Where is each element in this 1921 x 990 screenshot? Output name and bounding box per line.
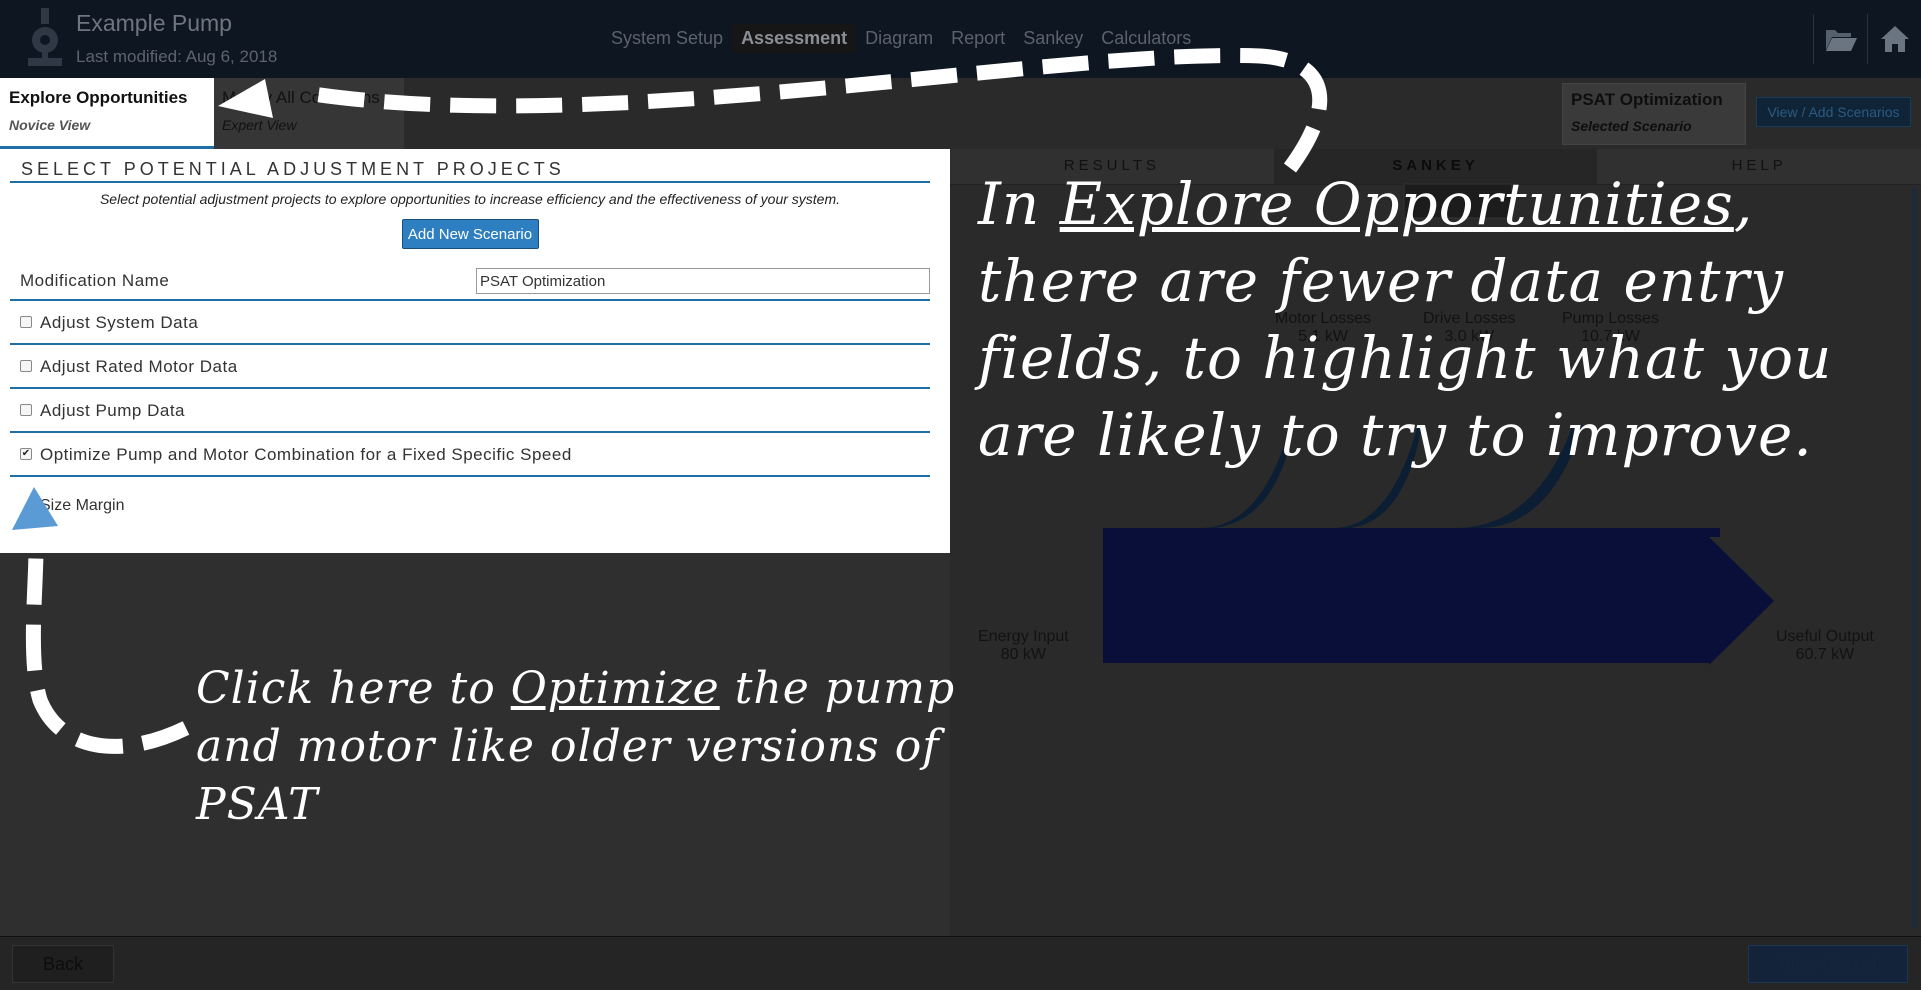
modification-name-row: Modification Name xyxy=(10,261,930,301)
option-adjust-rated-motor-data[interactable]: Adjust Rated Motor Data xyxy=(10,345,930,389)
nav-calculators[interactable]: Calculators xyxy=(1092,24,1200,53)
bottom-bar: Back View Report xyxy=(0,936,1921,990)
tab-modify-all-conditions[interactable]: Modify All Conditions Expert View xyxy=(214,78,404,149)
annotation-optimize: Click here to Optimize the pump and moto… xyxy=(196,663,956,830)
main-nav: System Setup Assessment Diagram Report S… xyxy=(602,24,1200,53)
home-icon[interactable] xyxy=(1867,14,1921,64)
tab-explore-subtitle: Novice View xyxy=(9,117,91,133)
view-add-scenarios-button[interactable]: View / Add Scenarios xyxy=(1756,97,1911,127)
checkbox[interactable] xyxy=(20,316,32,328)
panel-title: SELECT POTENTIAL ADJUSTMENT PROJECTS xyxy=(10,159,930,183)
checkbox[interactable] xyxy=(20,404,32,416)
assessment-title: Example Pump xyxy=(76,10,232,36)
annotation-explore-opportunities: In Explore Opportunities, there are fewe… xyxy=(978,170,1833,469)
arrow-to-optimize-option xyxy=(25,547,190,754)
useful-output-label: Useful Output 60.7 kW xyxy=(1776,628,1874,663)
option-adjust-pump-data[interactable]: Adjust Pump Data xyxy=(10,389,930,433)
selected-scenario-box[interactable]: PSAT Optimization Selected Scenario xyxy=(1562,83,1746,145)
checkbox[interactable] xyxy=(20,360,32,372)
folder-open-icon[interactable] xyxy=(1813,14,1867,64)
nav-report[interactable]: Report xyxy=(942,24,1014,53)
option-optimize-pump-motor[interactable]: ✔ Optimize Pump and Motor Combination fo… xyxy=(10,433,930,477)
option-label: Adjust Rated Motor Data xyxy=(40,357,238,376)
tab-modify-title: Modify All Conditions xyxy=(222,88,380,107)
app-root: Example Pump Last modified: Aug 6, 2018 … xyxy=(0,0,1921,990)
top-header: Example Pump Last modified: Aug 6, 2018 … xyxy=(0,0,1921,78)
modification-name-label: Modification Name xyxy=(20,271,170,290)
scenario-name: PSAT Optimization xyxy=(1571,90,1723,109)
energy-input-label: Energy Input 80 kW xyxy=(978,628,1069,663)
add-new-scenario-button[interactable]: Add New Scenario xyxy=(401,219,539,249)
pump-logo-icon xyxy=(22,8,68,70)
checkbox-checked[interactable]: ✔ xyxy=(20,448,32,460)
results-scrollbar[interactable] xyxy=(1912,188,1917,928)
modification-name-input[interactable] xyxy=(476,268,930,294)
last-modified-text: Last modified: Aug 6, 2018 xyxy=(76,47,278,66)
tab-explore-title: Explore Opportunities xyxy=(9,88,188,107)
view-report-button[interactable]: View Report xyxy=(1748,945,1908,983)
scenario-label: Selected Scenario xyxy=(1571,118,1692,134)
option-label: Optimize Pump and Motor Combination for … xyxy=(40,445,572,464)
option-label: Adjust Pump Data xyxy=(40,401,186,420)
option-label: Adjust System Data xyxy=(40,313,199,332)
sankey-main-flow xyxy=(1103,528,1774,665)
nav-sankey[interactable]: Sankey xyxy=(1014,24,1092,53)
tab-modify-subtitle: Expert View xyxy=(222,117,297,133)
tab-explore-opportunities[interactable]: Explore Opportunities Novice View xyxy=(0,78,214,149)
nav-assessment[interactable]: Assessment xyxy=(732,24,857,53)
option-adjust-system-data[interactable]: Adjust System Data xyxy=(10,301,930,345)
nav-system-setup[interactable]: System Setup xyxy=(602,24,732,53)
nav-diagram[interactable]: Diagram xyxy=(856,24,942,53)
size-margin-label: Size Margin xyxy=(40,497,125,514)
adjustment-projects-panel: SELECT POTENTIAL ADJUSTMENT PROJECTS Sel… xyxy=(0,149,950,553)
panel-description: Select potential adjustment projects to … xyxy=(99,191,841,207)
back-button[interactable]: Back xyxy=(12,945,114,983)
header-icons xyxy=(1813,14,1921,64)
